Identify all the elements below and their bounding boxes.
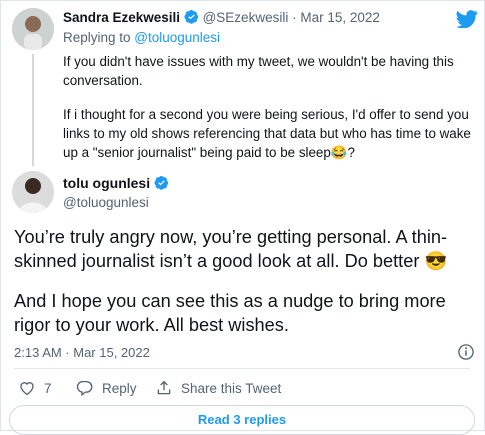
- main-text-line: rigor to your work. All best wishes.: [14, 315, 289, 335]
- main-text-line: And I hope you can see this as a nudge t…: [14, 291, 446, 311]
- info-icon[interactable]: [457, 343, 475, 361]
- heart-icon: [20, 382, 34, 396]
- main-author-avatar[interactable]: [12, 171, 54, 213]
- twitter-bird-icon[interactable]: [456, 10, 478, 28]
- parent-tweet-date[interactable]: Mar 15, 2022: [300, 10, 380, 25]
- parent-author-name[interactable]: Sandra Ezekwesili: [63, 10, 180, 25]
- parent-author-avatar[interactable]: [12, 8, 54, 50]
- replying-to-link[interactable]: @toluogunlesi: [134, 30, 220, 45]
- reply-label: Reply: [102, 380, 137, 396]
- main-text-line: skinned journalist isn’t a good look at …: [14, 251, 448, 271]
- parent-text-line: up a "senior journalist" being paid to b…: [63, 145, 355, 160]
- parent-text-line: conversation.: [63, 73, 143, 88]
- main-text-line: You’re truly angry now, you’re getting p…: [14, 227, 448, 247]
- share-button[interactable]: Share this Tweet: [155, 377, 281, 399]
- parent-date-separator: ·: [292, 10, 297, 25]
- replying-to-line: Replying to @toluogunlesi: [63, 29, 220, 47]
- parent-text-line: links to my old shows referencing that d…: [63, 126, 471, 141]
- like-count: 7: [44, 380, 52, 396]
- tweet-timestamp[interactable]: 2:13 AM · Mar 15, 2022: [14, 344, 150, 362]
- verified-badge-icon: [154, 175, 169, 190]
- replying-to-label: Replying to: [63, 30, 135, 45]
- parent-author-handle[interactable]: @SEzekwesili: [203, 10, 289, 25]
- reply-icon: [76, 380, 93, 397]
- like-button[interactable]: 7: [18, 377, 52, 399]
- verified-badge-icon: [184, 9, 199, 24]
- parent-text-line: If you didn't have issues with my tweet,…: [63, 54, 454, 69]
- reply-button[interactable]: Reply: [76, 377, 137, 399]
- share-icon: [157, 380, 171, 395]
- parent-text-line: If i thought for a second you were being…: [63, 107, 469, 122]
- main-author-name[interactable]: tolu ogunlesi: [63, 175, 150, 191]
- divider: [14, 368, 470, 369]
- main-author-handle[interactable]: @toluogunlesi: [63, 194, 149, 212]
- thread-connector-line: [32, 54, 34, 166]
- share-label: Share this Tweet: [181, 380, 282, 396]
